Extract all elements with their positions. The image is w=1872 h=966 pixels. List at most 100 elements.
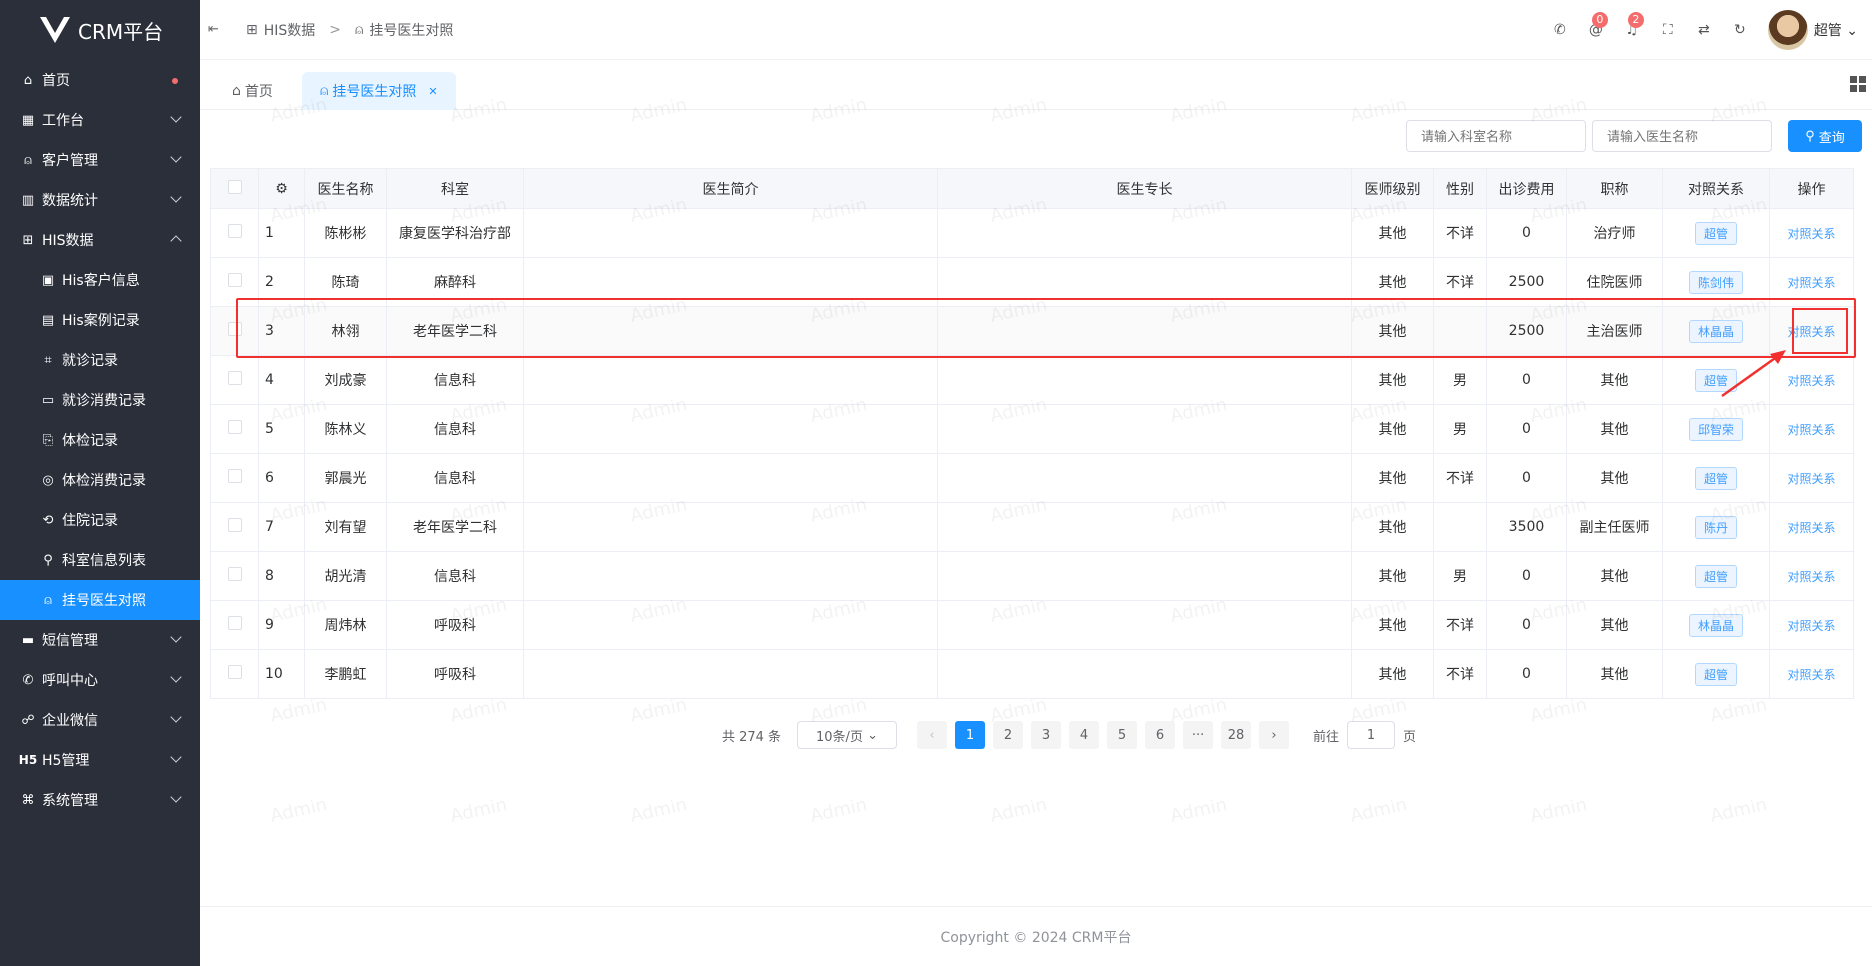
row-checkbox[interactable]: [227, 616, 242, 630]
prev-page-button[interactable]: ‹: [917, 721, 948, 749]
chevron-down-icon: [170, 711, 182, 723]
sidebar-item-label: 科室信息列表: [62, 553, 146, 569]
sidebar-item-label: 体检记录: [62, 433, 118, 449]
user-menu[interactable]: 超管 ⌄: [1814, 20, 1858, 40]
mapping-link[interactable]: 对照关系: [1787, 521, 1835, 535]
select-all-checkbox[interactable]: [210, 168, 259, 209]
job-title-cell: 其他: [1566, 404, 1663, 454]
mapping-link[interactable]: 对照关系: [1787, 570, 1835, 584]
grid-menu-icon[interactable]: [1850, 76, 1866, 92]
page-size-select[interactable]: 10条/页 ⌄: [797, 721, 898, 749]
tab-doctor-mapping[interactable]: ⍝ 挂号医生对照 ✕: [302, 72, 456, 110]
mapping-link[interactable]: 对照关系: [1787, 227, 1835, 241]
page-button[interactable]: 4: [1069, 721, 1100, 749]
mapping-link[interactable]: 对照关系: [1787, 276, 1835, 290]
sidebar-item-his-customer[interactable]: ▣ His客户信息: [0, 260, 200, 300]
sidebar-item-departments[interactable]: ⚲ 科室信息列表: [0, 540, 200, 580]
page-button[interactable]: 3: [1031, 721, 1062, 749]
doctor-level-cell: 其他: [1351, 355, 1434, 405]
visit-fee-cell: 0: [1486, 404, 1567, 454]
sidebar-item-home[interactable]: ⌂ 首页: [0, 60, 200, 100]
more-pages-button[interactable]: ···: [1183, 721, 1214, 749]
row-checkbox[interactable]: [227, 371, 242, 385]
doctor-level-cell: 其他: [1351, 600, 1434, 650]
sidebar-item-wecom[interactable]: ☍ 企业微信: [0, 700, 200, 740]
query-button[interactable]: ⚲ 查询: [1788, 120, 1862, 152]
refresh-icon[interactable]: ↻: [1722, 12, 1758, 48]
col-header: 医生专长: [937, 168, 1352, 209]
chevron-down-icon: [170, 191, 182, 203]
medical-kit-icon: ⊞: [22, 232, 34, 248]
doctor-name-cell: 李鹏虹: [304, 649, 387, 699]
breadcrumb-current: 挂号医生对照: [369, 22, 454, 39]
breadcrumb-his[interactable]: HIS数据: [264, 20, 316, 40]
mapping-link[interactable]: 对照关系: [1787, 472, 1835, 486]
next-page-button[interactable]: ›: [1259, 721, 1290, 749]
mapping-link[interactable]: 对照关系: [1787, 668, 1835, 682]
page-button[interactable]: 28: [1221, 721, 1252, 749]
table-row: 4 刘成豪 信息科 其他男 0 其他 超管 对照关系: [210, 355, 1854, 405]
sidebar-item-label: 就诊消费记录: [62, 393, 146, 409]
mapping-link[interactable]: 对照关系: [1787, 374, 1835, 388]
visit-fee-cell: 0: [1486, 208, 1567, 258]
close-icon[interactable]: ✕: [428, 85, 437, 98]
fullscreen-icon[interactable]: ⛶: [1650, 12, 1686, 48]
row-checkbox[interactable]: [227, 273, 242, 287]
phone-icon[interactable]: ✆: [1542, 12, 1578, 48]
sidebar-item-doctor-mapping[interactable]: ⍝ 挂号医生对照: [0, 580, 200, 620]
avatar[interactable]: [1767, 10, 1808, 50]
job-title-cell: 其他: [1566, 649, 1663, 699]
user-icon: ⍝: [24, 152, 32, 168]
sidebar-item-sms[interactable]: ▬ 短信管理: [0, 620, 200, 660]
table-row: 8 胡光清 信息科 其他男 0 其他 超管 对照关系: [210, 551, 1854, 601]
col-header: 医生名称: [304, 168, 387, 209]
bar-chart-icon: ▥: [21, 192, 35, 208]
chevron-down-icon: [170, 631, 182, 643]
main-content: ⚲查询 ⚙ 医生名称 科室 医生简介 医生专长 医师级别 性别 出诊费用 职称 …: [200, 110, 1872, 966]
sidebar-item-customers[interactable]: ⍝ 客户管理: [0, 140, 200, 180]
mapping-link[interactable]: 对照关系: [1787, 619, 1835, 633]
sidebar-item-inpatient[interactable]: ⟲ 住院记录: [0, 500, 200, 540]
settings-icon[interactable]: ⚙: [258, 168, 305, 209]
page-button[interactable]: 1: [955, 721, 986, 749]
dept-search-input[interactable]: [1406, 120, 1586, 152]
sidebar-item-workbench[interactable]: ▦ 工作台: [0, 100, 200, 140]
id-card-icon: ▣: [41, 272, 55, 288]
collapse-menu-icon[interactable]: ⇤: [208, 22, 224, 38]
sidebar-item-stats[interactable]: ▥ 数据统计: [0, 180, 200, 220]
sidebar-item-label: 就诊记录: [62, 353, 118, 369]
sidebar-item-visits[interactable]: ⌗ 就诊记录: [0, 340, 200, 380]
department-cell: 信息科: [386, 404, 524, 454]
row-checkbox[interactable]: [227, 469, 242, 483]
translate-icon[interactable]: ⇄: [1686, 12, 1722, 48]
row-checkbox[interactable]: [227, 567, 242, 581]
mapping-link[interactable]: 对照关系: [1787, 423, 1835, 437]
job-title-cell: 治疗师: [1566, 208, 1663, 258]
row-checkbox[interactable]: [227, 420, 242, 434]
table-row: 10 李鹏虹 呼吸科 其他 不详 0 其他 超管 对照关系: [210, 649, 1854, 699]
header-toolbar: ✆ @0 ♫ 2 ⛶ ⇄ ↻ 超管 ⌄: [1542, 0, 1872, 60]
bell-icon[interactable]: ♫ 2: [1614, 12, 1650, 48]
sidebar-item-checkup[interactable]: ⎘ 体检记录: [0, 420, 200, 460]
sidebar-item-callcenter[interactable]: ✆ 呼叫中心: [0, 660, 200, 700]
at-icon[interactable]: @0: [1578, 12, 1614, 48]
row-checkbox[interactable]: [227, 224, 242, 238]
sidebar-item-his-cases[interactable]: ▤ His案例记录: [0, 300, 200, 340]
page-button[interactable]: 6: [1145, 721, 1176, 749]
doctor-search-input[interactable]: [1592, 120, 1772, 152]
sidebar-item-visit-spend[interactable]: ▭ 就诊消费记录: [0, 380, 200, 420]
mapping-link-cell: 对照关系: [1769, 208, 1854, 258]
goto-page-input[interactable]: 1: [1347, 721, 1396, 749]
tab-home[interactable]: ⌂ 首页: [214, 72, 291, 110]
row-index-cell: 7: [258, 502, 305, 552]
sidebar-item-label: 客户管理: [42, 153, 98, 169]
sidebar-item-checkup-spend[interactable]: ◎ 体检消费记录: [0, 460, 200, 500]
row-checkbox[interactable]: [227, 518, 242, 532]
chevron-down-icon: [170, 751, 182, 763]
sidebar-item-system[interactable]: ⌘ 系统管理: [0, 780, 200, 820]
page-button[interactable]: 2: [993, 721, 1024, 749]
sidebar-item-h5[interactable]: H5 H5管理: [0, 740, 200, 780]
sidebar-item-his[interactable]: ⊞ HIS数据: [0, 220, 200, 260]
page-button[interactable]: 5: [1107, 721, 1138, 749]
row-checkbox[interactable]: [227, 665, 242, 679]
